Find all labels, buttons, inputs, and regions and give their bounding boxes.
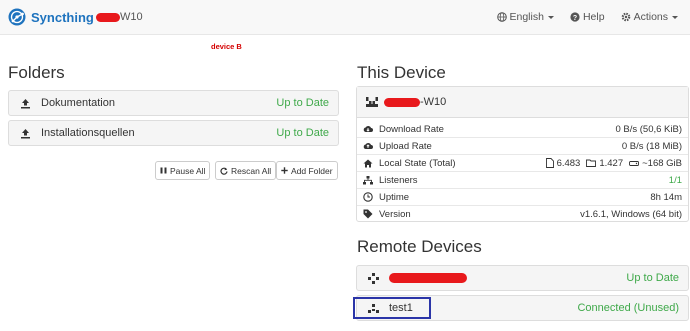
- upload-rate-label: Upload Rate: [379, 140, 432, 152]
- uptime-value: 8h 14m: [650, 191, 682, 203]
- this-device-heading: This Device: [357, 63, 446, 82]
- chevron-down-icon: [672, 15, 678, 19]
- rescan-all-label: Rescan All: [231, 165, 272, 176]
- download-rate-label: Download Rate: [379, 123, 444, 135]
- uptime-label: Uptime: [379, 191, 410, 203]
- plus-icon: [281, 167, 288, 174]
- refresh-icon: [220, 167, 228, 175]
- local-state-label: Local State (Total): [379, 157, 456, 169]
- listeners-value[interactable]: 1/1: [669, 175, 682, 186]
- folder-status: Up to Date: [276, 127, 329, 139]
- syncthing-logo-icon: [8, 8, 26, 26]
- annotation-label: device B: [211, 42, 242, 51]
- redaction-mark: [96, 12, 120, 22]
- device-identicon-icon: [367, 272, 379, 284]
- pause-icon: [160, 167, 167, 174]
- upload-icon: [19, 127, 31, 139]
- folder-label: Dokumentation: [41, 97, 115, 109]
- brand-name: Syncthing: [31, 9, 94, 25]
- language-menu[interactable]: English: [496, 11, 554, 23]
- folders-heading: Folders: [8, 63, 65, 82]
- gear-icon: [621, 12, 630, 22]
- this-device-name: -W10: [420, 96, 447, 108]
- help-menu[interactable]: ? Help: [570, 11, 605, 23]
- remote-device-item[interactable]: Up to Date: [356, 265, 689, 291]
- device-identicon-icon: [366, 97, 378, 107]
- remote-devices-heading: Remote Devices: [357, 237, 482, 256]
- version-row: Version v1.6.1, Windows (64 bit): [363, 206, 682, 222]
- question-icon: ?: [570, 12, 580, 22]
- this-device-header[interactable]: -W10: [357, 87, 688, 118]
- help-label: Help: [582, 11, 605, 23]
- device-title: W10: [96, 11, 143, 23]
- actions-label: Actions: [633, 11, 668, 23]
- actions-menu[interactable]: Actions: [621, 11, 678, 23]
- folder-item-installationsquellen[interactable]: Installationsquellen Up to Date: [8, 120, 339, 146]
- folder-label: Installationsquellen: [41, 127, 135, 139]
- add-folder-button[interactable]: Add Folder: [276, 161, 338, 180]
- uptime-row: Uptime 8h 14m: [363, 189, 682, 205]
- globe-icon: [496, 12, 507, 22]
- file-icon: [545, 158, 554, 168]
- home-icon: [363, 158, 373, 168]
- download-rate-value: 0 B/s (50,6 KiB): [615, 123, 682, 135]
- upload-icon: [19, 97, 31, 109]
- pause-all-label: Pause All: [170, 165, 206, 176]
- upload-rate-value: 0 B/s (18 MiB): [621, 140, 682, 152]
- hdd-icon: [629, 161, 640, 166]
- local-dirs-count: 1.427: [599, 157, 624, 169]
- highlight-box: [353, 297, 431, 319]
- listeners-row: Listeners 1/1: [363, 172, 682, 188]
- this-device-panel: -W10 Download Rate 0 B/s (50,6 KiB) Uplo…: [356, 86, 689, 222]
- download-rate-row: Download Rate 0 B/s (50,6 KiB): [363, 121, 682, 137]
- rescan-all-button[interactable]: Rescan All: [215, 161, 277, 180]
- folder-item-dokumentation[interactable]: Dokumentation Up to Date: [8, 90, 339, 116]
- clock-icon: [363, 192, 373, 202]
- chevron-down-icon: [547, 15, 554, 19]
- local-state-value: 6.483 1.427 ~168 GiB: [545, 157, 682, 169]
- pause-all-button[interactable]: Pause All: [155, 161, 211, 180]
- add-folder-label: Add Folder: [291, 165, 333, 176]
- cloud-download-icon: [363, 124, 373, 134]
- local-size: ~168 GiB: [642, 157, 682, 169]
- cloud-upload-icon: [363, 141, 373, 151]
- svg-text:?: ?: [573, 15, 577, 22]
- version-value: v1.6.1, Windows (64 bit): [580, 208, 682, 220]
- tag-icon: [363, 209, 373, 219]
- navbar: Syncthing W10 English ? Help Actions: [0, 0, 690, 35]
- remote-device-status: Connected (Unused): [577, 302, 679, 314]
- sitemap-icon: [363, 175, 373, 185]
- upload-rate-row: Upload Rate 0 B/s (18 MiB): [363, 138, 682, 154]
- version-label: Version: [379, 208, 411, 220]
- folder-status: Up to Date: [276, 97, 329, 109]
- redaction-mark: [384, 97, 420, 107]
- folder-icon: [586, 159, 597, 167]
- language-label: English: [509, 11, 544, 23]
- remote-device-status: Up to Date: [626, 272, 679, 284]
- device-title-suffix: W10: [120, 11, 143, 23]
- local-files-count: 6.483: [556, 157, 581, 169]
- redaction-mark: [389, 273, 467, 283]
- local-state-row: Local State (Total) 6.483 1.427 ~168 GiB: [363, 155, 682, 171]
- brand[interactable]: Syncthing: [8, 8, 94, 26]
- listeners-label: Listeners: [379, 174, 418, 186]
